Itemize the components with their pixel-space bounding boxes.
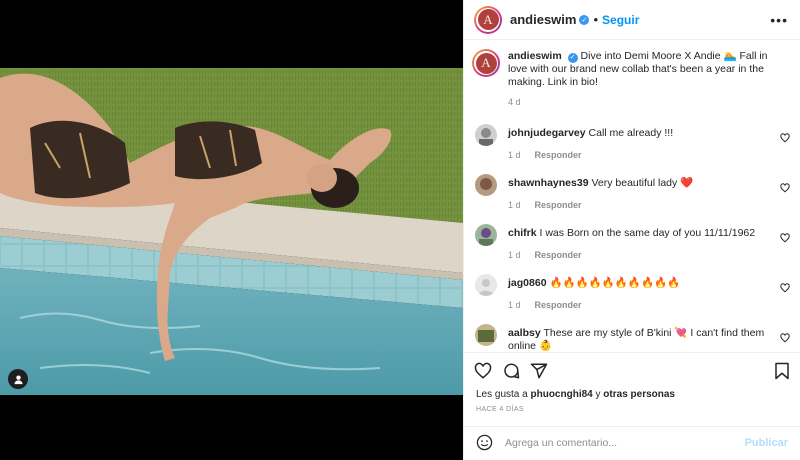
post-caption: A andieswim ✓ Dive into Demi Moore X And… bbox=[464, 40, 800, 120]
comment-input[interactable]: Agrega un comentario... bbox=[505, 437, 745, 449]
comment-icon[interactable] bbox=[502, 362, 520, 380]
comment-text: These are my style of B'kini 💘 I can't f… bbox=[508, 327, 765, 352]
likes-others-link[interactable]: otras personas bbox=[603, 389, 675, 400]
post-header: A andieswim ✓ • Seguir ••• bbox=[464, 0, 800, 40]
like-comment-icon[interactable] bbox=[780, 183, 790, 193]
post-details-panel: A andieswim ✓ • Seguir ••• A andieswim ✓… bbox=[463, 0, 800, 460]
comment-age: 1 d bbox=[508, 300, 521, 310]
tag-user-icon[interactable] bbox=[8, 369, 28, 389]
comment-composer: Agrega un comentario... Publicar bbox=[464, 426, 800, 458]
comment-text: I was Born on the same day of you 11/11/… bbox=[539, 227, 756, 239]
avatar-letter: A bbox=[475, 52, 497, 74]
comment-age: 1 d bbox=[508, 250, 521, 260]
account-avatar[interactable]: A bbox=[474, 5, 502, 34]
comment-item: chifrk I was Born on the same day of you… bbox=[464, 220, 800, 270]
account-name[interactable]: andieswim bbox=[510, 12, 576, 27]
reply-button[interactable]: Responder bbox=[535, 200, 582, 210]
comment-text: Very beautiful lady ❤️ bbox=[591, 177, 694, 189]
verified-icon: ✓ bbox=[567, 52, 578, 63]
comment-username[interactable]: chifrk bbox=[508, 227, 537, 239]
share-icon[interactable] bbox=[530, 362, 548, 380]
like-comment-icon[interactable] bbox=[780, 283, 790, 293]
likes-prefix: Les gusta a bbox=[476, 389, 528, 400]
comment-username[interactable]: shawnhaynes39 bbox=[508, 177, 589, 189]
comment-age: 1 d bbox=[508, 200, 521, 210]
post-actions: Les gusta a phuocnghi84 y otras personas… bbox=[464, 352, 800, 458]
comment-item: aalbsy These are my style of B'kini 💘 I … bbox=[464, 320, 800, 352]
comment-item: shawnhaynes39 Very beautiful lady ❤️ 1 d… bbox=[464, 170, 800, 220]
comment-username[interactable]: aalbsy bbox=[508, 327, 541, 339]
likes-summary: Les gusta a phuocnghi84 y otras personas bbox=[464, 389, 800, 400]
heart-icon[interactable] bbox=[474, 362, 492, 380]
post-timestamp[interactable]: HACE 4 DÍAS bbox=[464, 400, 800, 413]
emoji-icon[interactable] bbox=[476, 434, 493, 451]
comment-text: Call me already !!! bbox=[588, 127, 674, 139]
like-comment-icon[interactable] bbox=[780, 133, 790, 143]
like-comment-icon[interactable] bbox=[780, 333, 790, 343]
comment-username[interactable]: johnjudegarvey bbox=[508, 127, 586, 139]
comments-list[interactable]: A andieswim ✓ Dive into Demi Moore X And… bbox=[464, 40, 800, 352]
comment-item: jag0860 🔥🔥🔥🔥🔥🔥🔥🔥🔥🔥 1 d Responder bbox=[464, 270, 800, 320]
post-photo[interactable] bbox=[0, 68, 463, 395]
more-options-icon[interactable]: ••• bbox=[770, 12, 788, 28]
reply-button[interactable]: Responder bbox=[535, 150, 582, 160]
commenter-avatar[interactable] bbox=[475, 324, 497, 346]
comment-item: johnjudegarvey Call me already !!! 1 d Re… bbox=[464, 120, 800, 170]
commenter-avatar[interactable] bbox=[475, 274, 497, 296]
comment-username[interactable]: jag0860 bbox=[508, 277, 547, 289]
like-comment-icon[interactable] bbox=[780, 233, 790, 243]
liker-username[interactable]: phuocnghi84 bbox=[531, 389, 593, 400]
avatar-letter: A bbox=[477, 9, 499, 30]
verified-icon: ✓ bbox=[579, 14, 590, 25]
commenter-avatar[interactable] bbox=[475, 174, 497, 196]
comment-text: 🔥🔥🔥🔥🔥🔥🔥🔥🔥🔥 bbox=[549, 277, 681, 289]
commenter-avatar[interactable] bbox=[475, 224, 497, 246]
caption-age: 4 d bbox=[508, 97, 521, 107]
caption-username[interactable]: andieswim bbox=[508, 50, 562, 62]
caption-avatar[interactable]: A bbox=[472, 49, 500, 77]
comment-age: 1 d bbox=[508, 150, 521, 160]
likes-joiner: y bbox=[595, 389, 601, 400]
post-media[interactable] bbox=[0, 0, 463, 460]
reply-button[interactable]: Responder bbox=[535, 250, 582, 260]
reply-button[interactable]: Responder bbox=[535, 300, 582, 310]
separator-dot: • bbox=[593, 12, 599, 27]
save-icon[interactable] bbox=[774, 362, 790, 380]
follow-button[interactable]: Seguir bbox=[602, 13, 639, 27]
commenter-avatar[interactable] bbox=[475, 124, 497, 146]
publish-button[interactable]: Publicar bbox=[745, 437, 788, 449]
